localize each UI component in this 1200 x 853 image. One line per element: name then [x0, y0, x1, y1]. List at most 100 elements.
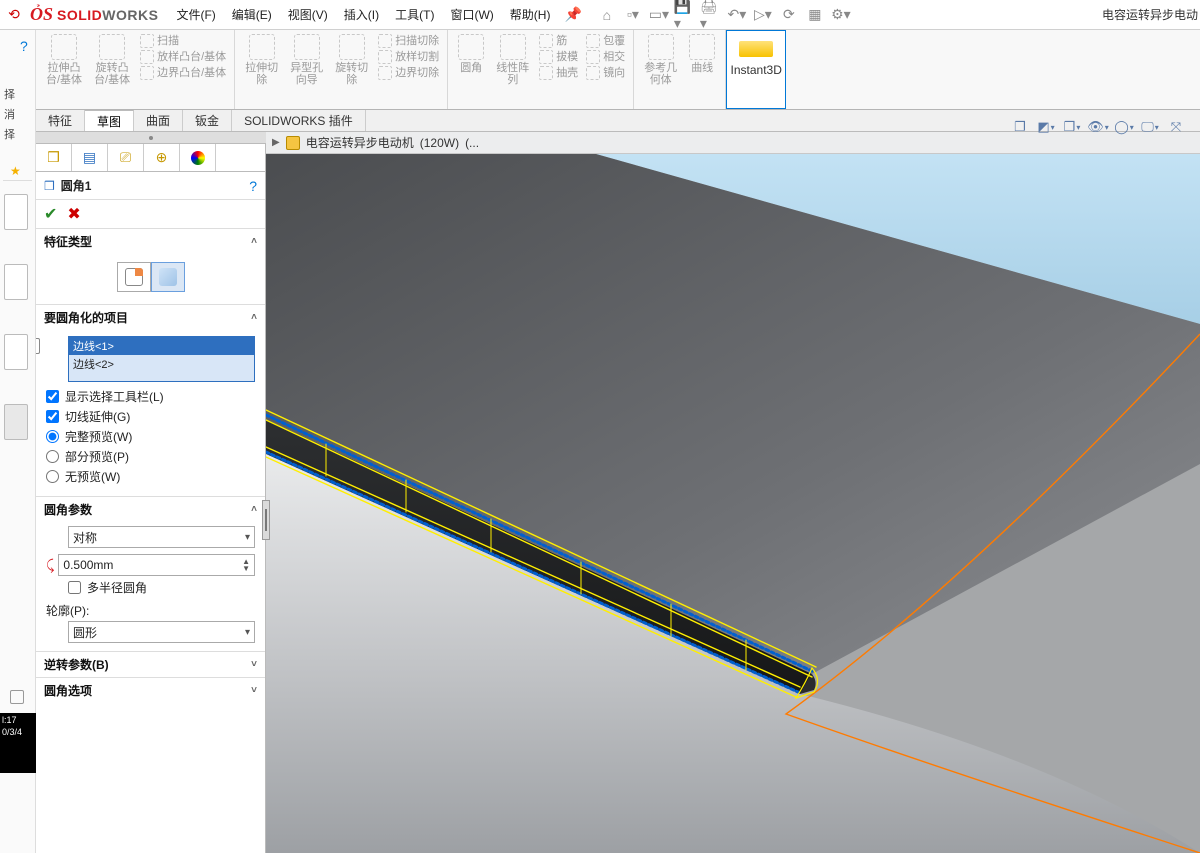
- edge-2[interactable]: 边线<2>: [69, 355, 254, 373]
- tab-sketch[interactable]: 草图: [85, 110, 134, 131]
- undo-icon[interactable]: ↶▾: [725, 3, 749, 27]
- symmetry-select[interactable]: 对称▾: [68, 526, 255, 548]
- swept-cut-button[interactable]: 扫描切除: [378, 34, 439, 48]
- rib-group-boss: 拉伸凸 台/基体 旋转凸 台/基体 扫描 放样凸台/基体 边界凸台/基体: [36, 30, 235, 109]
- menu-window[interactable]: 窗口(W): [442, 0, 501, 30]
- panel-pin-icon[interactable]: ?: [249, 178, 257, 194]
- cancel-button[interactable]: ✖: [67, 204, 80, 224]
- tab-sheetmetal[interactable]: 钣金: [183, 110, 232, 131]
- radius-spinner[interactable]: ▲▼: [242, 558, 250, 572]
- sec-options-title: 圆角选项: [44, 682, 92, 699]
- hole-wizard-button[interactable]: 异型孔 向导: [284, 32, 329, 88]
- radio-no-preview[interactable]: 无预览(W): [46, 468, 255, 485]
- accept-button[interactable]: ✔: [44, 204, 57, 224]
- menu-view[interactable]: 视图(V): [280, 0, 336, 30]
- edge-select-icon[interactable]: [36, 338, 40, 354]
- chev-up-icon[interactable]: ˄: [251, 236, 257, 247]
- fillet-button[interactable]: 圆角: [452, 32, 490, 88]
- new-icon[interactable]: ▫▾: [621, 3, 645, 27]
- rib-button[interactable]: 筋: [539, 34, 578, 48]
- shell-button[interactable]: 抽壳: [539, 66, 578, 80]
- intersect-button[interactable]: 相交: [586, 50, 625, 64]
- radio-partial-preview[interactable]: 部分预览(P): [46, 448, 255, 465]
- thumb-3[interactable]: [4, 334, 28, 370]
- back-arrow-icon[interactable]: ⟲: [4, 6, 24, 23]
- menu-help[interactable]: 帮助(H): [502, 0, 559, 30]
- pt-property[interactable]: ▤: [72, 144, 108, 171]
- thumb-4[interactable]: [4, 404, 28, 440]
- settings-icon[interactable]: ⚙▾: [829, 3, 853, 27]
- chev-down-icon-2[interactable]: ˅: [251, 685, 257, 696]
- chk-multiradius[interactable]: 多半径圆角: [68, 579, 255, 596]
- fillet-type-full[interactable]: [151, 262, 185, 292]
- help-icon[interactable]: ?: [20, 38, 28, 54]
- fillet-type-const[interactable]: [117, 262, 151, 292]
- save-icon[interactable]: 💾▾: [673, 3, 697, 27]
- tab-surface[interactable]: 曲面: [134, 110, 183, 131]
- pt-feature-tree[interactable]: ❒: [36, 144, 72, 171]
- mirror-button[interactable]: 镜向: [586, 66, 625, 80]
- chev-up-icon-3[interactable]: ˄: [251, 504, 257, 515]
- ref-geometry-button[interactable]: 参考几 何体: [638, 32, 683, 88]
- instant3d-button[interactable]: Instant3D: [726, 30, 786, 109]
- wrap-button[interactable]: 包覆: [586, 34, 625, 48]
- graphics-viewport[interactable]: [266, 154, 1200, 853]
- radius-input[interactable]: 0.500mm ▲▼: [58, 554, 255, 576]
- chev-down-icon[interactable]: ˅: [251, 659, 257, 670]
- print-icon[interactable]: 🖨▾: [699, 3, 723, 27]
- tab-addins[interactable]: SOLIDWORKS 插件: [232, 110, 366, 131]
- edge-1[interactable]: 边线<1>: [69, 337, 254, 355]
- chev-up-icon-2[interactable]: ˄: [251, 312, 257, 323]
- extruded-cut-button[interactable]: 拉伸切 除: [239, 32, 284, 88]
- curves-button[interactable]: 曲线: [683, 32, 721, 88]
- crumb-part-name[interactable]: 电容运转异步电动机: [306, 134, 414, 151]
- vt-appearance-icon[interactable]: ◯▾: [1112, 116, 1136, 138]
- menu-insert[interactable]: 插入(I): [336, 0, 387, 30]
- lofted-cut-button[interactable]: 放样切割: [378, 50, 439, 64]
- mini-box[interactable]: [10, 690, 24, 704]
- vt-section-icon[interactable]: ◩▾: [1034, 116, 1058, 138]
- document-title: 电容运转异步电动: [1102, 0, 1198, 30]
- menubar: ⟲ ỎS SOLIDWORKS 文件(F) 编辑(E) 视图(V) 插入(I) …: [0, 0, 1200, 30]
- draft-button[interactable]: 拔模: [539, 50, 578, 64]
- revolved-boss-button[interactable]: 旋转凸 台/基体: [88, 32, 136, 88]
- pt-appearance[interactable]: [180, 144, 216, 171]
- menu-tools[interactable]: 工具(T): [387, 0, 442, 30]
- thumb-1[interactable]: [4, 194, 28, 230]
- boundary-cut-button[interactable]: 边界切除: [378, 66, 439, 80]
- boundary-boss-button[interactable]: 边界凸台/基体: [140, 66, 226, 80]
- swept-boss-button[interactable]: 扫描: [140, 34, 226, 48]
- thumb-2[interactable]: [4, 264, 28, 300]
- home-icon[interactable]: ⌂: [595, 3, 619, 27]
- pt-config[interactable]: ⎚: [108, 144, 144, 171]
- revolved-cut-button[interactable]: 旋转切 除: [329, 32, 374, 88]
- extruded-boss-button[interactable]: 拉伸凸 台/基体: [40, 32, 88, 88]
- vt-eye-icon[interactable]: 👁▾: [1086, 116, 1110, 138]
- menu-edit[interactable]: 编辑(E): [224, 0, 280, 30]
- rebuild-icon[interactable]: ⟳: [777, 3, 801, 27]
- options-icon[interactable]: ▦: [803, 3, 827, 27]
- vt-display-icon[interactable]: 🖵▾: [1138, 116, 1162, 138]
- edge-selection-box[interactable]: 边线<1> 边线<2>: [68, 336, 255, 382]
- panel-grip[interactable]: [36, 132, 266, 144]
- profile-select[interactable]: 圆形▾: [68, 621, 255, 643]
- rib-group-features: 圆角 线性阵 列 筋 拔模 抽壳 包覆 相交 镜向: [448, 30, 634, 109]
- pt-dim[interactable]: ⊕: [144, 144, 180, 171]
- radio-full-preview[interactable]: 完整预览(W): [46, 428, 255, 445]
- chk-tangent-propagation[interactable]: 切线延伸(G): [46, 408, 255, 425]
- menu-file[interactable]: 文件(F): [168, 0, 223, 30]
- tab-features[interactable]: 特征: [36, 110, 85, 131]
- crumb-arrow-icon[interactable]: ▶: [272, 137, 280, 148]
- lofted-boss-button[interactable]: 放样凸台/基体: [140, 50, 226, 64]
- pin-icon[interactable]: 📌: [564, 6, 581, 23]
- open-icon[interactable]: ▭▾: [647, 3, 671, 27]
- vt-cube-icon[interactable]: ❒▾: [1060, 116, 1084, 138]
- vt-triad-icon[interactable]: ⤧: [1164, 116, 1188, 138]
- panel-splitter[interactable]: [262, 500, 270, 540]
- linear-pattern-button[interactable]: 线性阵 列: [490, 32, 535, 88]
- crumb-dots: (...: [465, 136, 479, 150]
- select-icon[interactable]: ▷▾: [751, 3, 775, 27]
- panel-tabs: ❒ ▤ ⎚ ⊕: [36, 144, 265, 172]
- vt-view1-icon[interactable]: ❐: [1008, 116, 1032, 138]
- chk-show-toolbar[interactable]: 显示选择工具栏(L): [46, 388, 255, 405]
